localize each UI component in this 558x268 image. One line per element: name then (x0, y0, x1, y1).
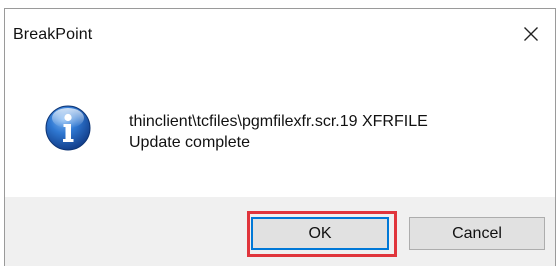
message-text: thinclient\tcfiles\pgmfilexfr.scr.19 XFR… (129, 111, 428, 153)
dialog-content: thinclient\tcfiles\pgmfilexfr.scr.19 XFR… (5, 55, 555, 197)
window-title: BreakPoint (13, 26, 93, 43)
title-bar: BreakPoint (5, 9, 555, 55)
button-bar: OK Cancel (5, 197, 555, 266)
message-dialog: BreakPoint thinclient\tcfiles\pgmfilexfr… (4, 8, 556, 266)
message-line-path: thinclient\tcfiles\pgmfilexfr.scr.19 XFR… (129, 113, 428, 130)
cancel-button[interactable]: Cancel (409, 217, 545, 250)
info-icon (45, 105, 91, 151)
background-strip (0, 0, 558, 8)
close-icon (524, 27, 538, 41)
message-line-status: Update complete (129, 134, 250, 151)
ok-button[interactable]: OK (251, 217, 389, 250)
close-button[interactable] (513, 19, 549, 49)
